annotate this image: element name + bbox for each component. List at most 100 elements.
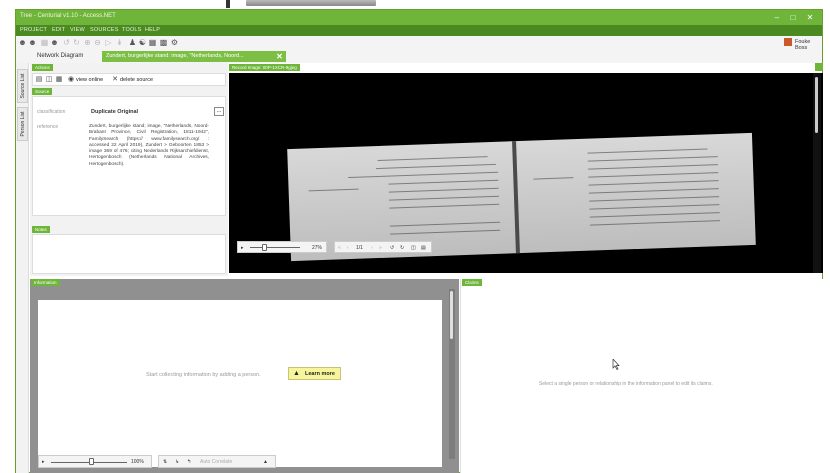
script-line [377, 156, 488, 161]
user-avatar[interactable] [784, 38, 792, 46]
view-grid-icon[interactable]: ▦ [55, 76, 63, 84]
document-tab-bar: Network Diagram Zundert, burgerlijke sta… [16, 49, 822, 63]
script-line [348, 171, 499, 179]
claims-panel: Claims Select a single person or relatio… [460, 279, 823, 473]
minimize-button[interactable]: – [770, 12, 784, 23]
graduation-cap-icon: ▲ [293, 370, 300, 377]
script-line [589, 196, 720, 202]
zoom-slider-track[interactable] [250, 247, 300, 248]
view-list-icon[interactable]: ▤ [35, 76, 43, 84]
zoom-slider-thumb[interactable] [89, 458, 94, 465]
actions-header: Actions [32, 64, 53, 71]
claims-header: Claims [462, 279, 482, 286]
undo-icon[interactable]: ↺ [62, 38, 71, 47]
last-page-icon[interactable]: » [379, 245, 382, 251]
edit-reference-button[interactable]: ... [214, 107, 224, 116]
maximize-button[interactable]: □ [786, 12, 800, 23]
rotate-right-icon[interactable]: ↻ [400, 245, 404, 251]
next-page-icon[interactable]: › [371, 245, 373, 251]
side-tab-person-list[interactable]: Person List [17, 107, 28, 141]
people-icon[interactable]: ☻ [28, 38, 37, 47]
tab-source-active[interactable]: Zundert, burgerlijke stand: image, "Neth… [102, 51, 286, 62]
information-scrollbar[interactable] [449, 289, 455, 459]
back-icon[interactable]: ⊖ [93, 38, 102, 47]
learn-more-button[interactable]: ▲ Learn more [288, 367, 341, 380]
redo-icon[interactable]: ↻ [72, 38, 81, 47]
classification-label: classification [37, 109, 66, 115]
menu-project[interactable]: PROJECT [20, 27, 47, 33]
zoom-out-icon[interactable]: ▸ [241, 245, 244, 251]
record-image-viewer[interactable]: Record Image: 00P-1XCR-9gjeg ▸ 27% « ‹ 1… [229, 63, 823, 273]
source-properties: classification Duplicate Original refere… [32, 96, 226, 216]
menu-sources[interactable]: SOURCES [90, 27, 119, 33]
menu-view[interactable]: VIEW [70, 27, 85, 33]
viewer-pin-icon[interactable] [815, 63, 823, 71]
people-icon[interactable]: ☻ [18, 38, 27, 47]
script-line [587, 156, 718, 162]
side-tab-source-list[interactable]: Source List [17, 69, 28, 103]
side-tab-label: Source List [19, 73, 26, 99]
source-details-pane: Actions ▤ ◫ ▦ ◉ view online ✕ delete sou… [30, 63, 228, 276]
close-tab-icon[interactable]: ✕ [274, 51, 285, 62]
information-header: Information [31, 279, 60, 286]
prev-page-icon[interactable]: ‹ [347, 245, 349, 251]
page-indicator: 1/1 [356, 245, 363, 251]
information-canvas[interactable]: Start collecting information by adding a… [38, 300, 442, 467]
calendar-icon[interactable]: ▩ [159, 38, 168, 47]
script-line [389, 221, 500, 227]
skip-icon[interactable]: ↡ [115, 38, 124, 47]
classification-value[interactable]: Duplicate Original [91, 109, 138, 115]
globe-icon[interactable]: ◉ [67, 76, 75, 84]
viewer-scrollbar[interactable] [813, 73, 821, 273]
view-split-icon[interactable]: ◫ [45, 76, 53, 84]
scrollbar-thumb[interactable] [815, 77, 818, 133]
script-line [390, 229, 501, 235]
toolbar: ☻ ☻ ▦ ☻ ↺ ↻ ⊕ ⊖ ▷ ↡ ♟ ☯ ▦ ▩ ⚙ Fouke Boss [16, 36, 822, 51]
fit-width-icon[interactable]: ▤ [421, 245, 426, 251]
script-line [389, 203, 500, 209]
tab-network-diagram[interactable]: Network Diagram [33, 51, 87, 62]
learn-more-label: Learn more [305, 371, 335, 377]
auto-correlate-button[interactable]: Auto Correlate [200, 459, 232, 465]
delete-source-link[interactable]: delete source [120, 77, 153, 83]
script-line [589, 212, 720, 218]
menu-tools[interactable]: TOOLS [122, 27, 142, 33]
menu-help[interactable]: HELP [145, 27, 160, 33]
menu-edit[interactable]: EDIT [52, 27, 65, 33]
desktop-fragment [246, 0, 376, 6]
script-line [388, 187, 499, 193]
record-image-header: Record Image: 00P-1XCR-9gjeg [229, 64, 300, 71]
tree-icon[interactable]: ▦ [40, 38, 49, 47]
delete-icon[interactable]: ✕ [111, 76, 119, 84]
image-zoom-control: ▸ 27% [237, 241, 327, 253]
side-tab-strip: Source List Person List [16, 63, 29, 473]
align-icon[interactable]: ↳ [175, 459, 179, 465]
family-icon[interactable]: ☯ [138, 38, 147, 47]
notes-field[interactable] [32, 234, 226, 274]
desktop-background-strip [0, 0, 830, 9]
reference-value[interactable]: Zundert, burgerlijke stand; image, "Neth… [89, 124, 209, 168]
view-online-link[interactable]: view online [76, 77, 103, 83]
play-icon[interactable]: ▷ [104, 38, 113, 47]
zoom-out-icon[interactable]: ▸ [42, 459, 45, 465]
rotate-left-icon[interactable]: ↺ [390, 245, 394, 251]
forward-icon[interactable]: ⊕ [83, 38, 92, 47]
window-title: Tree - Centurial v1.10 - Access.NET [20, 13, 116, 19]
branch-icon[interactable]: ↰ [187, 459, 191, 465]
claims-empty-message: Select a single person or relationship i… [539, 381, 713, 387]
gear-icon[interactable]: ⚙ [170, 38, 179, 47]
close-window-button[interactable]: ✕ [803, 12, 817, 23]
script-line [375, 163, 496, 170]
building-icon[interactable]: ▦ [148, 38, 157, 47]
fit-page-icon[interactable]: ◫ [411, 245, 416, 251]
tree-icon[interactable]: ☻ [50, 38, 59, 47]
scrollbar-thumb[interactable] [450, 291, 453, 339]
sort-icon[interactable]: ⇅ [163, 459, 167, 465]
add-person-icon[interactable]: ♟ [128, 38, 137, 47]
information-tools: ⇅ ↳ ↰ Auto Correlate ▲ [158, 455, 276, 468]
information-empty-message: Start collecting information by adding a… [146, 372, 261, 378]
first-page-icon[interactable]: « [338, 245, 341, 251]
zoom-slider-thumb[interactable] [262, 244, 267, 251]
script-line [388, 179, 499, 185]
graduation-cap-icon[interactable]: ▲ [263, 459, 268, 465]
